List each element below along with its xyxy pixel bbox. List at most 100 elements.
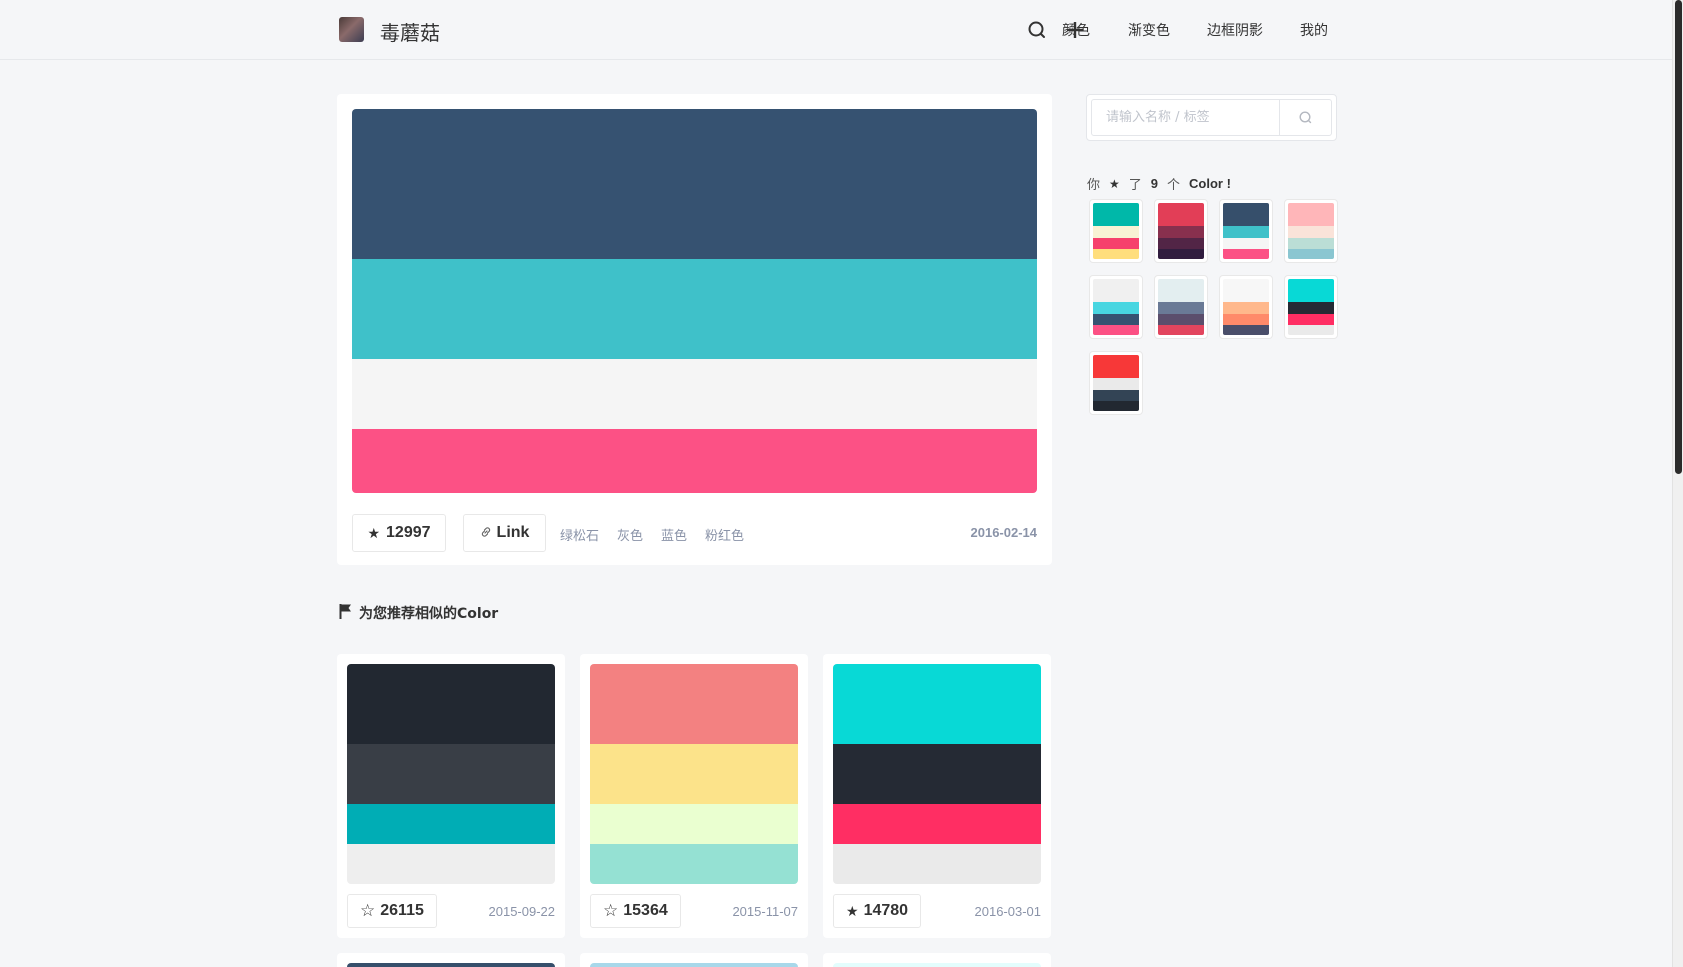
star-button[interactable]: ★ 14780 (833, 894, 922, 928)
star-count: 26115 (380, 902, 424, 919)
color-band[interactable] (352, 259, 1037, 359)
scrollbar-thumb[interactable] (1675, 0, 1682, 474)
star-count: 14780 (863, 902, 909, 919)
recommend-card: ★ 14780 2016-03-01 (823, 654, 1051, 938)
nav-box-shadow[interactable]: 边框阴影 (1207, 20, 1263, 40)
link-icon (480, 526, 492, 541)
color-band (1158, 226, 1204, 238)
color-band (1288, 203, 1334, 227)
top-header: 毒蘑菇 颜色 渐变色 边框阴影 我的 (0, 0, 1683, 60)
color-band (1223, 249, 1269, 259)
color-band[interactable] (352, 359, 1037, 429)
star-outline-icon: ☆ (360, 901, 376, 920)
logo-avatar[interactable] (339, 17, 364, 42)
color-band (1223, 203, 1269, 227)
favorite-palette[interactable] (1219, 275, 1273, 339)
color-band[interactable] (352, 429, 1037, 493)
color-band[interactable] (833, 664, 1041, 744)
favorite-palette[interactable] (1154, 199, 1208, 263)
color-band[interactable] (833, 844, 1041, 884)
fav-word: Color ! (1189, 176, 1231, 191)
palette-date: 2015-11-07 (732, 904, 798, 919)
recommend-title: 为您推荐相似的Color (359, 606, 499, 622)
favorite-palette-swatch (1288, 203, 1334, 259)
tag-blue[interactable]: 蓝色 (661, 525, 687, 544)
color-band (1158, 325, 1204, 335)
favorite-palette[interactable] (1089, 275, 1143, 339)
star-button[interactable]: ★ 12997 (352, 514, 446, 552)
recommend-palette[interactable] (347, 664, 555, 884)
peek-color[interactable] (347, 963, 555, 967)
brand-name[interactable]: 毒蘑菇 (380, 17, 440, 46)
flag-icon (339, 603, 352, 623)
tag-pink[interactable]: 粉红色 (705, 525, 744, 544)
color-band (1093, 378, 1139, 390)
favorite-palette[interactable] (1089, 199, 1143, 263)
color-band (1288, 226, 1334, 238)
main-palette[interactable] (352, 109, 1037, 493)
nav-gradients[interactable]: 渐变色 (1128, 20, 1170, 40)
color-band (1093, 226, 1139, 238)
search-input[interactable] (1092, 100, 1279, 135)
recommend-palette[interactable] (590, 664, 798, 884)
fav-mid: 了 (1128, 178, 1142, 193)
favorite-palette[interactable] (1154, 275, 1208, 339)
main-palette-card: ★ 12997 Link 绿松石 灰色 蓝色 粉红色 2016-02-14 (337, 94, 1052, 565)
tag-turquoise[interactable]: 绿松石 (560, 525, 599, 544)
color-band (1223, 302, 1269, 314)
favorite-palette[interactable] (1284, 199, 1338, 263)
favorite-palette-swatch (1093, 279, 1139, 335)
favorite-palette-swatch (1223, 279, 1269, 335)
favorite-palette[interactable] (1089, 351, 1143, 415)
color-band[interactable] (833, 744, 1041, 804)
recommend-palette[interactable] (833, 664, 1041, 884)
color-band (1158, 302, 1204, 314)
color-band (1288, 249, 1334, 259)
color-band[interactable] (590, 744, 798, 804)
search-button[interactable] (1279, 100, 1331, 135)
star-button[interactable]: ☆ 15364 (590, 894, 681, 928)
link-label: Link (496, 524, 530, 541)
color-band[interactable] (590, 664, 798, 744)
color-band[interactable] (347, 744, 555, 804)
nav-colors[interactable]: 颜色 (1062, 20, 1090, 40)
favorite-palette[interactable] (1219, 199, 1273, 263)
nav-mine[interactable]: 我的 (1300, 20, 1328, 40)
favorite-palette-swatch (1223, 203, 1269, 259)
color-band (1093, 249, 1139, 259)
recommend-card: ☆ 26115 2015-09-22 (337, 654, 565, 938)
color-band (1288, 313, 1334, 326)
favorites-summary: 你 ★ 了 9 个 Color ! (1087, 174, 1231, 193)
color-band[interactable] (590, 844, 798, 884)
color-band[interactable] (833, 804, 1041, 844)
tag-gray[interactable]: 灰色 (617, 525, 643, 544)
sidebar-search (1086, 94, 1337, 141)
palette-date: 2016-03-01 (974, 904, 1042, 919)
color-band (1093, 401, 1139, 411)
favorite-palette[interactable] (1284, 275, 1338, 339)
star-count: 15364 (623, 902, 668, 919)
page-scrollbar[interactable] (1672, 0, 1683, 967)
favorite-palette-swatch (1158, 203, 1204, 259)
color-band (1093, 279, 1139, 303)
color-band (1093, 389, 1139, 402)
color-band (1093, 355, 1139, 379)
color-band[interactable] (590, 804, 798, 844)
color-band (1093, 325, 1139, 335)
star-button[interactable]: ☆ 26115 (347, 894, 437, 928)
color-band (1093, 302, 1139, 314)
color-band[interactable] (347, 804, 555, 844)
peek-color[interactable] (590, 963, 798, 967)
link-button[interactable]: Link (463, 514, 546, 552)
color-band[interactable] (347, 844, 555, 884)
star-outline-icon: ☆ (603, 901, 619, 920)
color-band (1158, 249, 1204, 259)
peek-color[interactable] (833, 963, 1041, 967)
color-band[interactable] (347, 664, 555, 744)
search-icon[interactable] (1024, 17, 1050, 43)
color-band[interactable] (352, 109, 1037, 259)
color-band (1288, 302, 1334, 314)
favorite-palette-swatch (1158, 279, 1204, 335)
color-band (1223, 279, 1269, 303)
search-field-wrapper (1091, 99, 1332, 136)
